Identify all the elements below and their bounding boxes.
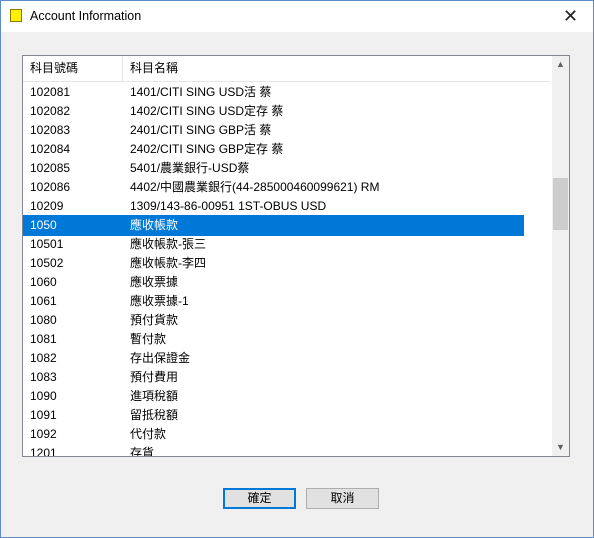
list-item[interactable]: 102085 5401/農業銀行-USD蔡 (23, 158, 524, 179)
list-item[interactable]: 10501 應收帳款-張三 (23, 234, 524, 255)
account-code: 102084 (30, 142, 71, 156)
list-header: 科目號碼 科目名稱 (23, 56, 550, 82)
account-name: 留抵稅額 (130, 408, 179, 422)
list-item[interactable]: 1083 預付費用 (23, 367, 524, 388)
account-name: 預付貨款 (130, 313, 179, 327)
account-code: 1082 (30, 351, 57, 365)
account-code: 102086 (30, 180, 71, 194)
account-name: 5401/農業銀行-USD蔡 (130, 161, 250, 175)
account-name: 存貨 (130, 446, 155, 457)
account-code: 1092 (30, 427, 57, 441)
list-item[interactable]: 1201 存貨 (23, 443, 524, 457)
account-name: 暫付款 (130, 332, 167, 346)
list-item[interactable]: 102082 1402/CITI SING USD定存 蔡 (23, 101, 524, 122)
account-code: 1201 (30, 446, 57, 457)
list-item[interactable]: 1050 應收帳款 (23, 215, 524, 236)
account-code: 1061 (30, 294, 57, 308)
window-title: Account Information (30, 9, 142, 23)
list-item[interactable]: 1090 進項稅額 (23, 386, 524, 407)
account-name: 存出保證金 (130, 351, 191, 365)
account-name: 1309/143-86-00951 1ST-OBUS USD (130, 199, 327, 213)
account-code: 1083 (30, 370, 57, 384)
account-information-dialog: Account Information ✕ 科目號碼 科目名稱 102081 14… (0, 0, 594, 538)
vertical-scrollbar[interactable]: ▲ ▼ (552, 56, 569, 456)
list-item[interactable]: 102084 2402/CITI SING GBP定存 蔡 (23, 139, 524, 160)
account-code: 102083 (30, 123, 71, 137)
ok-button[interactable]: 確定 (223, 488, 296, 509)
account-name: 代付款 (130, 427, 167, 441)
account-name: 應收帳款-李四 (130, 256, 206, 270)
account-name: 預付費用 (130, 370, 179, 384)
list-item[interactable]: 10502 應收帳款-李四 (23, 253, 524, 274)
list-item[interactable]: 1082 存出保證金 (23, 348, 524, 369)
scroll-up-icon[interactable]: ▲ (552, 56, 569, 73)
account-code: 1090 (30, 389, 57, 403)
close-icon[interactable]: ✕ (548, 1, 593, 32)
account-code: 10209 (30, 199, 64, 213)
list-item[interactable]: 1080 預付貨款 (23, 310, 524, 331)
account-name: 1402/CITI SING USD定存 蔡 (130, 104, 284, 118)
account-name: 1401/CITI SING USD活 蔡 (130, 85, 272, 99)
list-item[interactable]: 102083 2401/CITI SING GBP活 蔡 (23, 120, 524, 141)
column-header-code[interactable]: 科目號碼 (23, 56, 123, 81)
account-list[interactable]: 科目號碼 科目名稱 102081 1401/CITI SING USD活 蔡 102… (22, 55, 570, 457)
account-name: 應收票據 (130, 275, 179, 289)
list-item[interactable]: 1092 代付款 (23, 424, 524, 445)
account-code: 102085 (30, 161, 71, 175)
account-code: 102081 (30, 85, 71, 99)
account-code: 10502 (30, 256, 64, 270)
account-name: 2402/CITI SING GBP定存 蔡 (130, 142, 284, 156)
account-name: 2401/CITI SING GBP活 蔡 (130, 123, 272, 137)
account-name: 應收帳款 (130, 218, 179, 232)
account-code: 102082 (30, 104, 71, 118)
app-icon (10, 9, 22, 22)
account-name: 應收票據-1 (130, 294, 189, 308)
account-code: 1081 (30, 332, 57, 346)
list-item[interactable]: 10209 1309/143-86-00951 1ST-OBUS USD (23, 196, 524, 217)
scroll-down-icon[interactable]: ▼ (552, 439, 569, 456)
account-code: 1091 (30, 408, 57, 422)
scroll-thumb[interactable] (553, 178, 568, 230)
account-code: 1080 (30, 313, 57, 327)
account-code: 10501 (30, 237, 64, 251)
list-item[interactable]: 1060 應收票據 (23, 272, 524, 293)
list-item[interactable]: 1061 應收票據-1 (23, 291, 524, 312)
account-code: 1050 (30, 218, 57, 232)
list-item[interactable]: 102081 1401/CITI SING USD活 蔡 (23, 82, 524, 103)
cancel-button[interactable]: 取消 (306, 488, 379, 509)
list-item[interactable]: 1091 留抵稅額 (23, 405, 524, 426)
list-item[interactable]: 1081 暫付款 (23, 329, 524, 350)
title-bar: Account Information ✕ (1, 1, 593, 32)
list-item[interactable]: 102086 4402/中國農業銀行(44-285000460099621) RM (23, 177, 524, 198)
account-name: 應收帳款-張三 (130, 237, 206, 251)
account-name: 4402/中國農業銀行(44-285000460099621) RM (130, 180, 380, 194)
account-name: 進項稅額 (130, 389, 179, 403)
account-code: 1060 (30, 275, 57, 289)
column-header-name[interactable]: 科目名稱 (123, 56, 550, 81)
